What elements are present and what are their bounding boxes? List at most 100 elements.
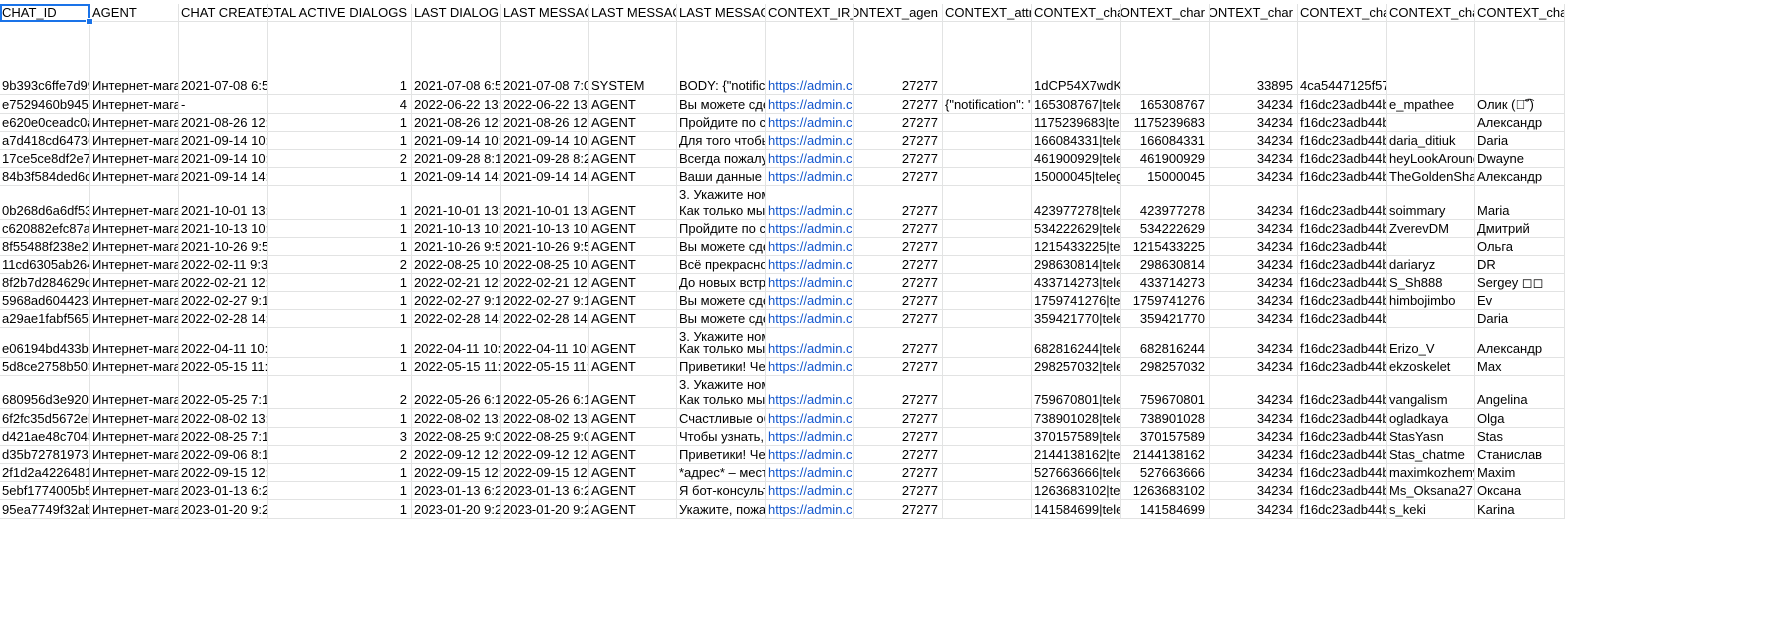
cell-r2-c1[interactable]: Интернет-магаз — [90, 95, 179, 114]
cell-r7-c13[interactable]: 34234 — [1210, 186, 1298, 220]
cell-r10-c10[interactable] — [943, 256, 1032, 274]
cell-r13-c15[interactable] — [1387, 310, 1475, 328]
cell-r16-c8[interactable]: https://admin.cha — [766, 376, 854, 409]
cell-r21-c10[interactable] — [943, 482, 1032, 500]
cell-r19-c15[interactable]: Stas_chatme — [1387, 446, 1475, 464]
cell-r2-c10[interactable]: {"notification": "n — [943, 95, 1032, 114]
cell-r11-c9[interactable]: 27277 — [854, 274, 943, 292]
cell-r12-c1[interactable]: Интернет-магаз — [90, 292, 179, 310]
cell-r20-c7[interactable]: *адрес* – мест — [677, 464, 766, 482]
column-header-3[interactable]: TOTAL ACTIVE DIALOGS — [268, 4, 412, 22]
cell-r8-c12[interactable]: 534222629 — [1121, 220, 1210, 238]
cell-r20-c3[interactable]: 1 — [268, 464, 412, 482]
cell-r18-c8[interactable]: https://admin.cha — [766, 428, 854, 446]
cell-r8-c7[interactable]: Пройдите по сс — [677, 220, 766, 238]
cell-r16-c6[interactable]: AGENT — [589, 376, 677, 409]
cell-r22-c7[interactable]: Укажите, пожал — [677, 500, 766, 519]
cell-r9-c2[interactable]: 2021-10-26 9:57 — [179, 238, 268, 256]
cell-r20-c6[interactable]: AGENT — [589, 464, 677, 482]
cell-r21-c3[interactable]: 1 — [268, 482, 412, 500]
cell-r17-c5[interactable]: 2022-08-02 13:2 — [501, 409, 589, 428]
cell-r18-c4[interactable]: 2022-08-25 9:02 — [412, 428, 501, 446]
cell-r10-c16[interactable]: DR — [1475, 256, 1565, 274]
cell-r18-c6[interactable]: AGENT — [589, 428, 677, 446]
cell-r6-c11[interactable]: 15000045|telegr — [1032, 168, 1121, 186]
cell-r9-c4[interactable]: 2021-10-26 9:57 — [412, 238, 501, 256]
cell-r7-c7[interactable]: Как только мы п3. Укажите номе — [677, 186, 766, 220]
cell-r9-c9[interactable]: 27277 — [854, 238, 943, 256]
cell-r21-c8[interactable]: https://admin.cha — [766, 482, 854, 500]
cell-r7-c16[interactable]: Maria — [1475, 186, 1565, 220]
cell-r20-c4[interactable]: 2022-09-15 12:4 — [412, 464, 501, 482]
cell-r22-c5[interactable]: 2023-01-20 9:23 — [501, 500, 589, 519]
cell-r14-c0[interactable]: e06194bd433ba — [0, 328, 90, 358]
cell-r9-c15[interactable] — [1387, 238, 1475, 256]
column-header-6[interactable]: LAST MESSAGE — [589, 4, 677, 22]
cell-r3-c14[interactable]: f16dc23adb44bfc0fd078e675e757 — [1298, 114, 1387, 132]
cell-r4-c13[interactable]: 34234 — [1210, 132, 1298, 150]
column-header-5[interactable]: LAST MESSAGE — [501, 4, 589, 22]
cell-r10-c1[interactable]: Интернет-магаз — [90, 256, 179, 274]
cell-r6-c15[interactable]: TheGoldenShav — [1387, 168, 1475, 186]
cell-r19-c12[interactable]: 2144138162 — [1121, 446, 1210, 464]
cell-r20-c0[interactable]: 2f1d2a4226481f — [0, 464, 90, 482]
cell-r19-c11[interactable]: 2144138162|tele — [1032, 446, 1121, 464]
cell-r16-c9[interactable]: 27277 — [854, 376, 943, 409]
cell-r15-c7[interactable]: Приветики! Чем — [677, 358, 766, 376]
cell-r17-c9[interactable]: 27277 — [854, 409, 943, 428]
cell-r5-c15[interactable]: heyLookAround — [1387, 150, 1475, 168]
cell-r15-c5[interactable]: 2022-05-15 11:4 — [501, 358, 589, 376]
cell-r4-c14[interactable]: f16dc23adb44bf — [1298, 132, 1387, 150]
cell-r3-c2[interactable]: 2021-08-26 12:3 — [179, 114, 268, 132]
cell-r12-c12[interactable]: 1759741276 — [1121, 292, 1210, 310]
cell-r9-c8[interactable]: https://admin.cha — [766, 238, 854, 256]
cell-r19-c7[interactable]: Приветики! Чем — [677, 446, 766, 464]
cell-r14-c13[interactable]: 34234 — [1210, 328, 1298, 358]
cell-r17-c11[interactable]: 738901028|teleg — [1032, 409, 1121, 428]
cell-r22-c3[interactable]: 1 — [268, 500, 412, 519]
cell-r9-c7[interactable]: Вы можете сдел — [677, 238, 766, 256]
cell-r2-c3[interactable]: 4 — [268, 95, 412, 114]
column-header-9[interactable]: CONTEXT_agen — [854, 4, 943, 22]
cell-r13-c6[interactable]: AGENT — [589, 310, 677, 328]
cell-r3-c4[interactable]: 2021-08-26 12:3 — [412, 114, 501, 132]
cell-r16-c14[interactable]: f16dc23adb44bf — [1298, 376, 1387, 409]
cell-r8-c5[interactable]: 2021-10-13 10:5 — [501, 220, 589, 238]
cell-r1-c3[interactable]: 1 — [268, 22, 412, 95]
cell-r1-c16[interactable] — [1475, 22, 1565, 95]
cell-r18-c11[interactable]: 370157589|teleg — [1032, 428, 1121, 446]
cell-r4-c3[interactable]: 1 — [268, 132, 412, 150]
cell-r14-c3[interactable]: 1 — [268, 328, 412, 358]
cell-r12-c4[interactable]: 2022-02-27 9:18 — [412, 292, 501, 310]
column-header-13[interactable]: CONTEXT_char — [1210, 4, 1298, 22]
cell-r8-c14[interactable]: f16dc23adb44bf — [1298, 220, 1387, 238]
cell-r8-c13[interactable]: 34234 — [1210, 220, 1298, 238]
cell-r5-c6[interactable]: AGENT — [589, 150, 677, 168]
cell-r1-c8[interactable]: https://admin.cha — [766, 22, 854, 95]
cell-r1-c5[interactable]: 2021-07-08 7:00 — [501, 22, 589, 95]
cell-r17-c12[interactable]: 738901028 — [1121, 409, 1210, 428]
cell-r7-c1[interactable]: Интернет-магаз — [90, 186, 179, 220]
cell-r4-c1[interactable]: Интернет-магаз — [90, 132, 179, 150]
cell-r4-c15[interactable]: daria_ditiuk — [1387, 132, 1475, 150]
cell-r3-c9[interactable]: 27277 — [854, 114, 943, 132]
cell-r2-c16[interactable]: Олик (ⓥ͡˘) — [1475, 95, 1565, 114]
column-header-8[interactable]: CONTEXT_IR_u — [766, 4, 854, 22]
cell-r15-c2[interactable]: 2022-05-15 11:4 — [179, 358, 268, 376]
cell-r14-c15[interactable]: Erizo_V — [1387, 328, 1475, 358]
cell-r19-c4[interactable]: 2022-09-12 12:5 — [412, 446, 501, 464]
cell-r7-c3[interactable]: 1 — [268, 186, 412, 220]
cell-r21-c5[interactable]: 2023-01-13 6:29 — [501, 482, 589, 500]
cell-r11-c2[interactable]: 2022-02-21 12:5 — [179, 274, 268, 292]
cell-r2-c12[interactable]: 165308767 — [1121, 95, 1210, 114]
cell-r9-c6[interactable]: AGENT — [589, 238, 677, 256]
cell-r1-c1[interactable]: Интернет-магаз — [90, 22, 179, 95]
cell-r4-c10[interactable] — [943, 132, 1032, 150]
cell-r19-c9[interactable]: 27277 — [854, 446, 943, 464]
cell-r6-c5[interactable]: 2021-09-14 14:5 — [501, 168, 589, 186]
cell-r10-c0[interactable]: 11cd6305ab264 — [0, 256, 90, 274]
cell-r15-c10[interactable] — [943, 358, 1032, 376]
cell-r8-c16[interactable]: Дмитрий — [1475, 220, 1565, 238]
cell-r2-c2[interactable]: - — [179, 95, 268, 114]
cell-r11-c4[interactable]: 2022-02-21 12:5 — [412, 274, 501, 292]
